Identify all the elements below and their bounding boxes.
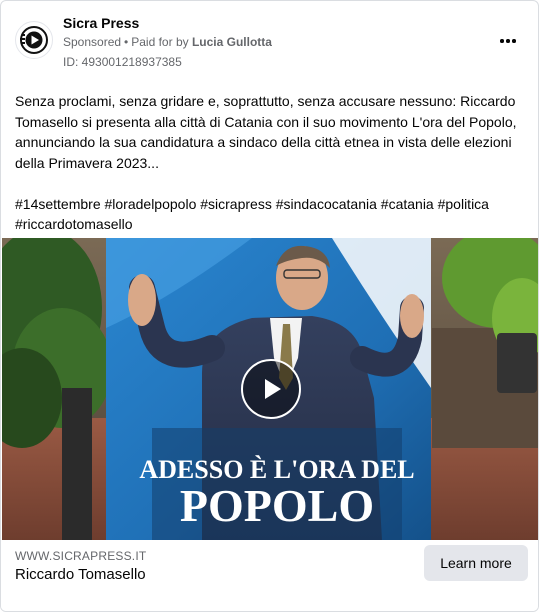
link-footer[interactable]: WWW.SICRAPRESS.IT Riccardo Tomasello Lea… [1, 540, 538, 611]
ad-id: ID: 493001218937385 [63, 55, 182, 69]
sponsored-line: Sponsored • Paid for by Lucia Gullotta [63, 35, 272, 49]
post-text: Senza proclami, senza gridare e, sopratt… [15, 93, 517, 171]
post-hashtags[interactable]: #14settembre #loradelpopolo #sicrapress … [15, 194, 527, 235]
video-thumbnail[interactable]: ADESSO È L'ORA DEL POPOLO [2, 238, 538, 540]
post-header: Sicra Press Sponsored • Paid for by Lucia … [1, 1, 538, 81]
ad-card: Sicra Press Sponsored • Paid for by Lucia … [0, 0, 539, 612]
play-button[interactable] [241, 359, 301, 419]
avatar[interactable] [15, 21, 53, 59]
separator: • [124, 35, 129, 49]
more-dot [506, 39, 510, 43]
more-horizontal-icon [500, 39, 504, 43]
page-name[interactable]: Sicra Press [63, 15, 139, 31]
sicrapress-logo-icon [20, 26, 48, 54]
play-icon [265, 379, 281, 399]
payer-name: Lucia Gullotta [191, 35, 272, 49]
paid-for-label: Paid for by [131, 35, 189, 49]
site-url[interactable]: WWW.SICRAPRESS.IT [15, 549, 146, 563]
sponsored-label: Sponsored [63, 35, 122, 49]
more-options-button[interactable] [496, 29, 520, 53]
link-title[interactable]: Riccardo Tomasello [15, 566, 146, 583]
more-dot [512, 39, 516, 43]
banner-line-2: POPOLO [180, 480, 374, 531]
post-body: Senza proclami, senza gridare e, sopratt… [15, 91, 527, 255]
learn-more-button[interactable]: Learn more [424, 545, 528, 581]
